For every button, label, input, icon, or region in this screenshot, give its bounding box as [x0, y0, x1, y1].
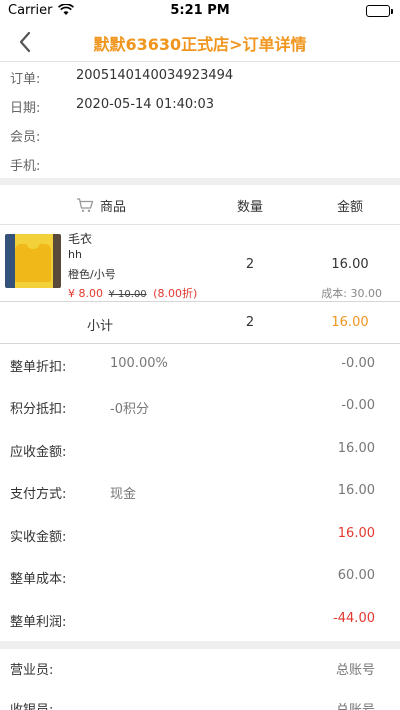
cart-icon: [76, 197, 94, 213]
staff-value: 总账号: [335, 663, 375, 678]
product-original-price: ¥ 10.00: [108, 289, 147, 300]
product-row[interactable]: 毛衣 hh 橙色/小号 ¥ 8.00 ¥ 10.00 (8.00折) 2 16.…: [0, 226, 400, 302]
product-sku: hh: [68, 248, 82, 261]
product-amount: 16.00: [331, 257, 369, 272]
summary-label: 应收金额:: [10, 445, 67, 460]
summary-row-profit: 整单利润: -44.00: [0, 601, 400, 641]
staff-row-salesperson: 营业员: 总账号: [0, 649, 400, 689]
summary-value: 16.00: [337, 483, 375, 498]
page-title: 默默63630正式店>订单详情: [93, 35, 307, 54]
summary-label: 实收金额:: [10, 530, 67, 545]
order-date-value: 2020-05-14 01:40:03: [76, 97, 215, 112]
staff-row-cashier: 收银员: 总账号: [0, 689, 400, 710]
product-price-line: ¥ 8.00 ¥ 10.00 (8.00折): [68, 285, 197, 301]
summary-detail: 100.00%: [110, 356, 168, 371]
header-amount: 金额: [336, 200, 363, 215]
subtotal-label: 小计: [86, 319, 113, 334]
summary-row-received: 实收金额: 16.00: [0, 516, 400, 556]
header-quantity: 数量: [236, 200, 263, 215]
product-name: 毛衣: [68, 232, 93, 246]
product-price: ¥ 8.00: [68, 287, 103, 300]
summary-value: -0.00: [341, 356, 375, 371]
summary-row-receivable: 应收金额: 16.00: [0, 431, 400, 471]
summary-label: 整单利润:: [10, 615, 67, 630]
summary-value: 16.00: [337, 526, 375, 541]
staff-value: 总账号: [336, 699, 375, 710]
status-bar: Carrier 5:21 PM: [0, 0, 400, 22]
summary-detail: -0积分: [110, 402, 149, 417]
member-label: 会员:: [10, 130, 41, 145]
nav-bar: 默默63630正式店>订单详情: [0, 22, 400, 62]
product-spec: 橙色/小号: [68, 268, 116, 281]
product-quantity: 2: [245, 257, 255, 272]
product-image: [5, 234, 61, 288]
summary-value: -0.00: [341, 398, 375, 413]
header-product: 商品: [100, 200, 127, 215]
order-number-label: 订单:: [10, 72, 41, 87]
summary-label: 整单成本:: [10, 572, 67, 587]
subtotal-quantity: 2: [245, 315, 255, 330]
summary-detail: 现金: [110, 487, 137, 502]
battery-icon: [366, 5, 393, 17]
summary-value: -44.00: [333, 611, 375, 626]
product-discount: (8.00折): [153, 287, 198, 300]
order-date-label: 日期:: [10, 101, 41, 116]
summary-row-points: 积分抵扣: -0积分 -0.00: [0, 388, 400, 428]
summary-label: 整单折扣:: [10, 360, 67, 375]
summary-label: 积分抵扣:: [10, 402, 67, 417]
staff-label: 营业员:: [10, 663, 54, 678]
status-time: 5:21 PM: [170, 3, 230, 18]
phone-label: 手机:: [10, 159, 41, 174]
subtotal-row: 小计 2 16.00: [0, 303, 400, 344]
subtotal-amount: 16.00: [331, 315, 369, 330]
staff-label: 收银员:: [10, 699, 53, 710]
order-number-value: 2005140140034923494: [76, 68, 234, 83]
table-header: 商品 数量 金额: [0, 185, 400, 225]
summary-row-cost: 整单成本: 60.00: [0, 558, 400, 598]
product-cost: 成本: 30.00: [321, 287, 382, 300]
summary-value: 16.00: [337, 441, 375, 456]
summary-value: 60.00: [337, 568, 375, 583]
section-divider: [0, 641, 400, 649]
summary-label: 支付方式:: [10, 487, 67, 502]
section-divider: [0, 178, 400, 185]
summary-row-payment: 支付方式: 现金 16.00: [0, 473, 400, 513]
summary-row-discount: 整单折扣: 100.00% -0.00: [0, 346, 400, 386]
